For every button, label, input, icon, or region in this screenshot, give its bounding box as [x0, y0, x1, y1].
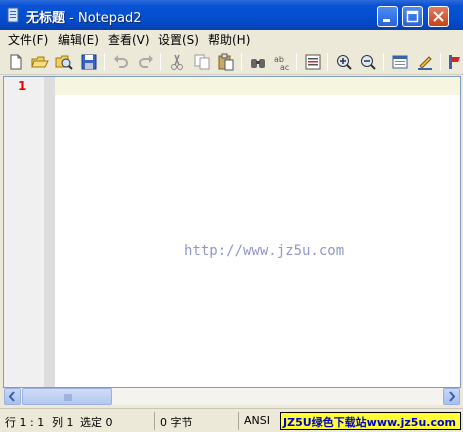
line-number: 1 [18, 79, 27, 93]
new-icon[interactable] [7, 53, 25, 71]
zoom-out-icon[interactable] [359, 53, 377, 71]
fold-margin[interactable] [44, 77, 55, 387]
title-separator: - [65, 11, 78, 26]
close-button[interactable] [428, 6, 449, 27]
paste-icon[interactable] [217, 53, 235, 71]
status-column: 列 1 [52, 416, 74, 429]
editor-area[interactable]: 1 http://www.jz5u.com [3, 76, 461, 388]
maximize-icon [406, 10, 419, 23]
scroll-right-button[interactable] [443, 388, 460, 405]
toolbar-separator [241, 53, 242, 71]
current-line-highlight [55, 77, 460, 95]
line-number-margin: 1 [4, 77, 44, 387]
notepad2-window: 无标题 - Notepad2 文件(F) 编辑(E) 查看(V) 设置(S) 帮… [0, 0, 463, 432]
status-divider [238, 412, 239, 430]
toolbar-separator [383, 53, 384, 71]
menu-edit[interactable]: 编辑(E) [58, 31, 99, 48]
status-position: 行 1 : 1 [5, 416, 45, 429]
status-divider [154, 412, 155, 430]
find-icon[interactable] [249, 53, 267, 71]
horizontal-scrollbar[interactable] [4, 388, 460, 405]
menu-file[interactable]: 文件(F) [8, 31, 48, 48]
app-name: Notepad2 [77, 11, 142, 26]
title-bar[interactable]: 无标题 - Notepad2 [0, 0, 463, 30]
menu-view[interactable]: 查看(V) [108, 31, 150, 48]
toolbar: ab ac [0, 48, 463, 75]
zoom-in-icon[interactable] [335, 53, 353, 71]
chevron-left-icon [8, 391, 15, 402]
toolbar-separator [104, 53, 105, 71]
status-bar: 行 1 : 1 列 1 选定 0 0 字节 ANSI JZ5U绿色下载站www.… [0, 408, 463, 432]
scroll-thumb[interactable] [22, 388, 112, 405]
toolbar-separator [327, 53, 328, 71]
status-bytes: 0 字节 [160, 416, 193, 429]
notepad-app-icon [7, 7, 19, 23]
schema-icon[interactable] [446, 53, 463, 71]
svg-text:ac: ac [280, 63, 289, 71]
edit-icon[interactable] [416, 53, 434, 71]
copy-icon[interactable] [193, 53, 211, 71]
toolbar-separator [296, 53, 297, 71]
minimize-icon [383, 19, 390, 22]
toolbar-separator [160, 53, 161, 71]
cut-icon[interactable] [168, 53, 186, 71]
scroll-left-button[interactable] [4, 388, 21, 405]
view-icon[interactable] [391, 53, 409, 71]
close-icon [433, 11, 444, 22]
maximize-button[interactable] [402, 6, 423, 27]
watermark-url: http://www.jz5u.com [184, 243, 345, 259]
menu-settings[interactable]: 设置(S) [158, 31, 199, 48]
minimize-button[interactable] [377, 6, 398, 27]
replace-icon[interactable]: abac [273, 53, 291, 71]
download-site-banner: JZ5U绿色下载站www.jz5u.com [280, 412, 461, 430]
toolbar-separator [440, 53, 441, 71]
chevron-right-icon [449, 391, 456, 402]
menu-bar: 文件(F) 编辑(E) 查看(V) 设置(S) 帮助(H) [0, 30, 463, 48]
status-encoding: ANSI [244, 414, 270, 427]
undo-icon[interactable] [112, 53, 130, 71]
browse-icon[interactable] [55, 53, 73, 71]
save-icon[interactable] [80, 53, 98, 71]
redo-icon[interactable] [137, 53, 155, 71]
window-title: 无标题 - Notepad2 [26, 7, 142, 26]
open-icon[interactable] [31, 53, 49, 71]
document-title: 无标题 [26, 11, 66, 26]
grip-icon [64, 394, 72, 401]
menu-help[interactable]: 帮助(H) [208, 31, 250, 48]
goto-icon[interactable] [304, 53, 322, 71]
status-selection: 选定 0 [80, 416, 113, 429]
